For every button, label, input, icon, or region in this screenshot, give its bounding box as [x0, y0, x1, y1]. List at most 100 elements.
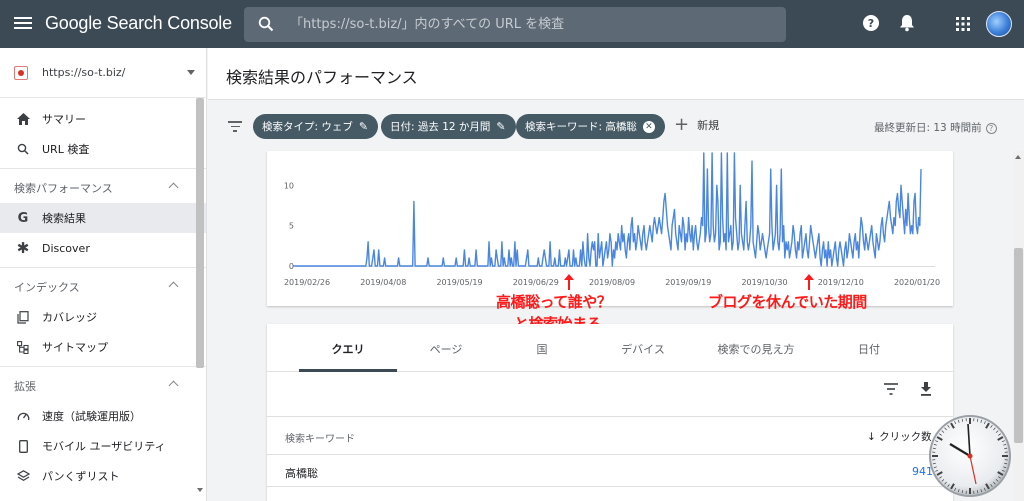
clicks-series-line[interactable] — [293, 152, 922, 267]
filter-rows-icon[interactable] — [883, 382, 899, 396]
sidebar-item-url-inspection[interactable]: URL 検査 — [0, 134, 206, 164]
svg-text:?: ? — [868, 17, 874, 30]
filter-bar: 検索タイプ: ウェブ ✎ 日付: 過去 12 か月間 ✎ 検索キーワード: 高橋… — [208, 101, 1024, 151]
property-url: https://so-t.biz/ — [42, 66, 126, 79]
table-row[interactable]: 高橋聡 941 — [267, 455, 953, 487]
filter-chip-query[interactable]: 検索キーワード: 高橋聡 ✕ — [516, 114, 665, 139]
query-cell: 高橋聡 — [285, 467, 318, 480]
x-tick-label: 2019/09/19 — [665, 278, 711, 287]
sidebar-item-label: URL 検査 — [42, 143, 90, 156]
scroll-up-arrow-icon[interactable] — [1015, 155, 1021, 159]
download-icon[interactable] — [920, 382, 932, 396]
help-icon[interactable]: ? — [985, 123, 997, 134]
performance-line-chart: 05102019/02/26 2019/04/08 2019/05/19 2019/0… — [284, 152, 940, 287]
y-tick-label: 5 — [289, 222, 294, 231]
column-header-clicks[interactable]: ↓ クリック数 — [867, 429, 932, 444]
sidebar-item-label: 速度（試験運用版） — [42, 410, 141, 423]
sidebar: https://so-t.biz/ サマリー URL 検査 検索パフォーマンス … — [0, 48, 207, 501]
sidebar-item-label: 検索結果 — [42, 212, 86, 225]
asterisk-icon: ✱ — [16, 239, 30, 257]
sitemap-icon — [16, 340, 30, 354]
section-title: 拡張 — [14, 380, 36, 393]
notifications-bell-icon[interactable] — [899, 14, 915, 32]
add-icon: + — [674, 114, 690, 135]
x-tick-label: 2019/10/30 — [741, 278, 787, 287]
google-g-icon: G — [17, 210, 29, 226]
tab-countries[interactable]: 国 — [525, 341, 559, 357]
y-tick-label: 10 — [284, 181, 294, 190]
table-header-row: 検索キーワード ↓ クリック数 — [267, 416, 953, 455]
performance-chart-card: 0 5 10 2019/02/26 2019/04/08 2019/05/19 2019/0… — [267, 151, 953, 306]
chip-label: 検索タイプ: ウェブ — [262, 121, 353, 133]
sidebar-item-speed[interactable]: 速度（試験運用版） — [0, 401, 206, 431]
sidebar-item-label: パンくずリスト — [42, 470, 120, 483]
mobile-phone-icon — [16, 439, 30, 453]
sidebar-item-sitemaps[interactable]: サイトマップ — [0, 332, 206, 362]
column-header-query[interactable]: 検索キーワード — [285, 430, 355, 445]
speed-gauge-icon — [16, 409, 30, 423]
active-tab-indicator — [299, 369, 397, 372]
home-icon — [16, 112, 30, 126]
annotation-arrow-up-icon — [564, 274, 574, 290]
top-app-bar: Google Search Console ? — [0, 0, 1024, 48]
section-title: インデックス — [14, 281, 80, 294]
column-header-label: クリック数 — [879, 431, 932, 443]
queries-table-card: クエリ ページ 国 デバイス 検索での見え方 日付 検索キーワード ↓ クリック… — [267, 324, 953, 501]
url-inspection-search[interactable] — [244, 7, 786, 42]
sort-arrow-down-icon: ↓ — [867, 431, 880, 443]
filter-list-icon[interactable] — [228, 121, 242, 135]
section-header-search-performance[interactable]: 検索パフォーマンス — [0, 173, 206, 203]
sidebar-item-discover[interactable]: ✱ Discover — [0, 233, 206, 263]
help-icon[interactable]: ? — [862, 14, 880, 32]
analog-clock-widget — [929, 415, 1011, 497]
site-favicon-icon — [14, 65, 28, 80]
sidebar-item-search-results[interactable]: G 検索結果 — [0, 203, 206, 233]
x-tick-label: 2019/06/29 — [513, 278, 559, 287]
sidebar-scrollbar[interactable] — [196, 98, 204, 368]
property-selector[interactable]: https://so-t.biz/ — [0, 48, 206, 98]
scroll-down-arrow-icon[interactable] — [197, 488, 203, 492]
sidebar-item-mobile-usability[interactable]: モバイル ユーザビリティ — [0, 431, 206, 461]
dropdown-caret-icon — [187, 70, 195, 75]
filter-chip-date[interactable]: 日付: 過去 12 か月間 ✎ — [381, 114, 516, 139]
tab-search-appearance[interactable]: 検索での見え方 — [701, 341, 811, 357]
new-filter-button[interactable]: + 新規 — [674, 114, 719, 135]
annotation-arrow-up-icon — [804, 274, 814, 290]
page-title: 検索結果のパフォーマンス — [226, 68, 418, 87]
x-tick-label: 2019/05/19 — [436, 278, 482, 287]
section-header-index[interactable]: インデックス — [0, 272, 206, 302]
chip-label: 検索キーワード: 高橋聡 — [525, 121, 637, 133]
sidebar-item-label: サマリー — [42, 113, 86, 126]
x-tick-label: 2020/01/20 — [894, 278, 940, 287]
menu-icon[interactable] — [14, 14, 32, 32]
edit-pencil-icon[interactable]: ✎ — [359, 120, 368, 133]
section-header-enhancements[interactable]: 拡張 — [0, 371, 206, 401]
chip-label: 日付: 過去 12 か月間 — [390, 121, 491, 133]
close-icon[interactable]: ✕ — [642, 120, 655, 133]
filter-chip-search-type[interactable]: 検索タイプ: ウェブ ✎ — [253, 114, 379, 139]
tab-pages[interactable]: ページ — [411, 341, 481, 357]
tab-queries[interactable]: クエリ — [299, 341, 397, 357]
tab-devices[interactable]: デバイス — [603, 341, 683, 357]
x-tick-label: 2019/04/08 — [360, 278, 406, 287]
chevron-up-icon — [168, 281, 179, 292]
section-title: 検索パフォーマンス — [14, 182, 113, 195]
sidebar-item-coverage[interactable]: カバレッジ — [0, 302, 206, 332]
x-tick-label: 2019/08/09 — [589, 278, 635, 287]
last-updated: 最終更新日: 13 時間前? — [874, 120, 997, 135]
sidebar-item-label: サイトマップ — [42, 341, 108, 354]
apps-grid-icon[interactable] — [956, 17, 970, 31]
edit-pencil-icon[interactable]: ✎ — [496, 120, 505, 133]
account-avatar[interactable] — [986, 11, 1012, 37]
sidebar-item-label: カバレッジ — [42, 311, 97, 324]
main-scrollbar-thumb[interactable] — [1014, 248, 1023, 443]
coverage-icon — [16, 310, 30, 324]
sidebar-item-breadcrumbs[interactable]: パンくずリスト — [0, 461, 206, 491]
search-input[interactable] — [290, 7, 770, 42]
sidebar-item-summary[interactable]: サマリー — [0, 104, 206, 134]
dimension-tabs: クエリ ページ 国 デバイス 検索での見え方 日付 — [267, 324, 953, 372]
layers-icon — [16, 469, 30, 483]
tab-dates[interactable]: 日付 — [847, 341, 891, 357]
last-updated-text: 最終更新日: 13 時間前 — [874, 122, 982, 134]
search-icon — [16, 142, 30, 156]
